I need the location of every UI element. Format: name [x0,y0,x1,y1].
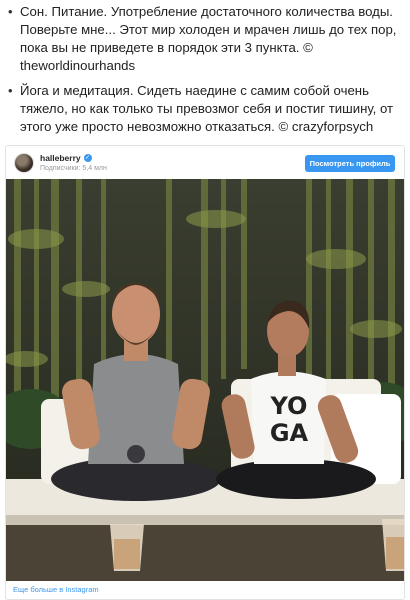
list-item: • Йога и медитация. Сидеть наедине с сам… [8,82,404,136]
shirt-text-line2: GA [270,419,309,447]
floor [6,525,404,581]
bullet-dot: • [8,83,13,98]
bullet-dot: • [8,4,13,19]
username-row: halleberry ✓ [40,153,92,163]
username-link[interactable]: halleberry [40,153,81,163]
view-profile-button[interactable]: Посмотреть профиль [305,155,395,172]
instagram-embed: halleberry ✓ Подписчики: 5,4 млн Посмотр… [5,145,405,600]
drink-glass [110,524,144,571]
verified-badge-icon: ✓ [83,154,92,162]
bullet-text: Йога и медитация. Сидеть наедине с самим… [20,83,394,134]
list-item: • Сон. Питание. Употребление достаточног… [8,3,404,75]
bullet-text: Сон. Питание. Употребление достаточного … [20,4,397,73]
avatar[interactable] [14,153,34,173]
more-on-instagram-link[interactable]: Еще больше в Instagram [13,585,99,594]
drink-glass [382,519,404,571]
shirt-text-line1: YO [270,392,308,420]
photo-illustration: YO GA [6,179,404,581]
followers-count: Подписчики: 5,4 млн [40,165,107,172]
instagram-header: halleberry ✓ Подписчики: 5,4 млн Посмотр… [6,146,404,179]
post-photo[interactable]: YO GA [6,179,404,581]
